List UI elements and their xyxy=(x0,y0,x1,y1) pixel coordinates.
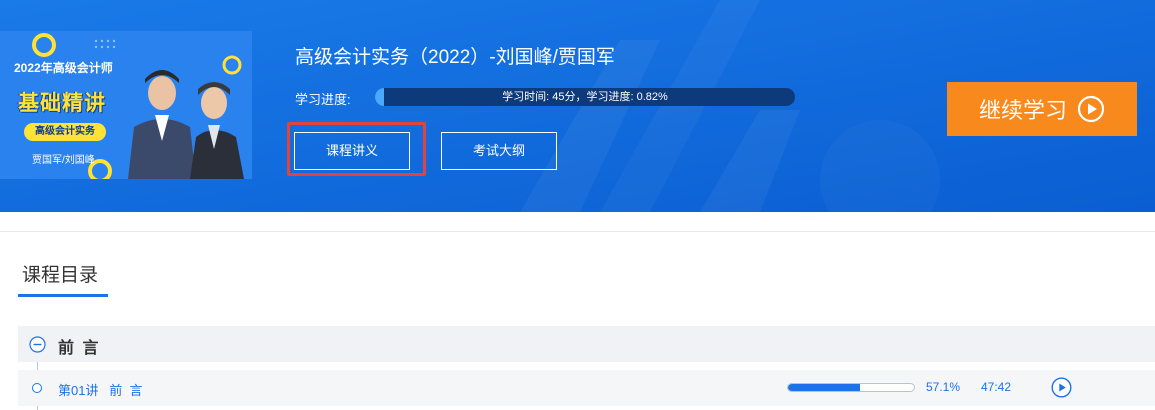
chapter-title: 前 言 xyxy=(58,340,101,357)
play-circle-icon xyxy=(1077,95,1105,123)
lesson-node-icon xyxy=(32,383,42,393)
lesson-row[interactable]: 第01讲 前 言 57.1% 47:42 xyxy=(18,370,1155,406)
handout-highlight-box xyxy=(287,122,426,176)
collapse-minus-icon[interactable] xyxy=(29,336,46,353)
syllabus-button[interactable]: 考试大纲 xyxy=(441,132,557,170)
course-thumbnail[interactable]: 2022年高级会计师 基础精讲 高级会计实务 贾国军/刘国峰 xyxy=(0,31,252,179)
course-header-banner: 2022年高级会计师 基础精讲 高级会计实务 贾国军/刘国峰 高级会计实务（20… xyxy=(0,0,1155,212)
course-progress-text: 学习时间: 45分，学习进度: 0.82% xyxy=(502,91,668,103)
lesson-duration: 47:42 xyxy=(981,380,1012,394)
lesson-play-icon[interactable] xyxy=(1051,377,1072,398)
continue-learning-button[interactable]: 继续学习 xyxy=(947,82,1137,136)
lesson-progress-fill xyxy=(788,384,860,391)
chapter-row[interactable]: 前 言 xyxy=(18,326,1155,362)
thumbnail-subject-pill: 高级会计实务 xyxy=(24,123,106,141)
course-page: 2022年高级会计师 基础精讲 高级会计实务 贾国军/刘国峰 高级会计实务（20… xyxy=(0,0,1155,410)
lesson-title[interactable]: 第01讲 前 言 xyxy=(58,380,143,399)
section-divider xyxy=(0,231,1155,232)
thumbnail-year-title: 2022年高级会计师 xyxy=(14,61,113,75)
thumbnail-headline: 基础精讲 xyxy=(18,92,106,115)
progress-label: 学习进度: xyxy=(295,92,351,107)
thumbnail-teachers: 贾国军/刘国峰 xyxy=(32,155,95,166)
continue-learning-label: 继续学习 xyxy=(978,98,1067,123)
tab-active-underline xyxy=(18,294,108,297)
lesson-progress-percent: 57.1% xyxy=(926,380,961,394)
lesson-progress-bar xyxy=(787,383,915,392)
course-progress-bar: 学习时间: 45分，学习进度: 0.82% xyxy=(375,88,795,106)
course-title: 高级会计实务（2022）-刘国峰/贾国军 xyxy=(295,47,615,68)
tab-course-catalog[interactable]: 课程目录 xyxy=(22,260,98,287)
